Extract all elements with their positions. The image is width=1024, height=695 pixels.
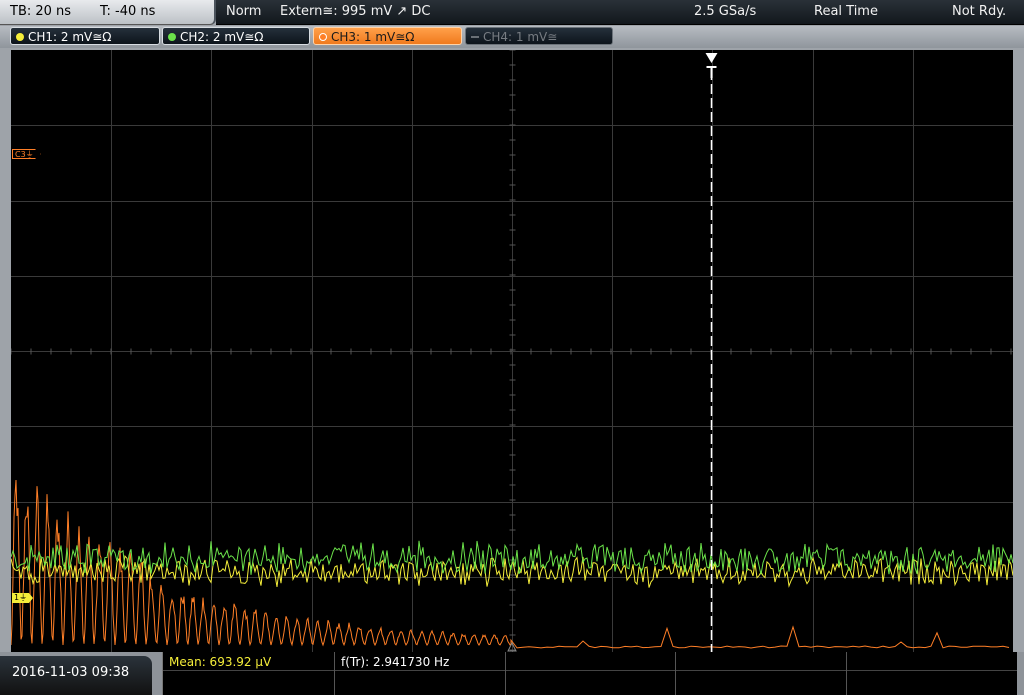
ch2-color-dot	[168, 32, 176, 41]
datetime-box: 2016-11-03 09:38	[0, 656, 152, 695]
ch3-offset-marker[interactable]: C3⏚	[12, 149, 41, 159]
bottom-bar: 2016-11-03 09:38 Mean: 693.92 µV f(Tr): …	[0, 652, 1024, 695]
channel-tab-ch4[interactable]: CH4: 1 mV≅	[465, 27, 613, 45]
trigger-t-marker	[706, 66, 717, 78]
ch4-color-dot	[471, 35, 479, 38]
top-status-bar: TB: 20 ns T: -40 ns Norm Extern≅: 995 mV…	[0, 0, 1024, 26]
acquisition-mode[interactable]: Real Time	[814, 0, 878, 24]
frequency-measurement[interactable]: f(Tr): 2.941730 Hz	[341, 653, 449, 671]
ch1-offset-marker[interactable]: 1⏚	[12, 593, 34, 603]
channel-tab-label: CH2: 2 mV≅Ω	[180, 30, 264, 44]
measurement-col-divider	[334, 652, 335, 695]
measurement-col-divider	[505, 652, 506, 695]
waveform-display[interactable]: C3⏚ 1⏚	[11, 50, 1013, 652]
channel-tab-bar: CH1: 2 mV≅Ω CH2: 2 mV≅Ω CH3: 1 mV≅Ω CH4:…	[0, 26, 1024, 48]
channel-tab-ch1[interactable]: CH1: 2 mV≅Ω	[10, 27, 160, 45]
sample-rate[interactable]: 2.5 GSa/s	[694, 0, 756, 24]
ch1-color-dot	[16, 32, 24, 41]
channel-tab-label: CH1: 2 mV≅Ω	[28, 30, 112, 44]
channel-tab-label: CH4: 1 mV≅	[483, 30, 558, 44]
timebase-panel[interactable]: TB: 20 ns T: -40 ns	[0, 0, 216, 25]
channel-tab-label: CH3: 1 mV≅Ω	[331, 30, 415, 44]
measurement-col-divider	[675, 652, 676, 695]
measurement-row-divider	[163, 670, 1017, 671]
mean-measurement[interactable]: Mean: 693.92 µV	[169, 653, 271, 671]
trigger-mode[interactable]: Norm	[226, 0, 261, 24]
measurement-col-divider	[846, 652, 847, 695]
trigger-status-panel: Norm Extern≅: 995 mV ↗ DC 2.5 GSa/s Real…	[216, 0, 1024, 25]
channel-tab-ch2[interactable]: CH2: 2 mV≅Ω	[162, 27, 310, 45]
measurement-panel[interactable]: Mean: 693.92 µV f(Tr): 2.941730 Hz	[162, 652, 1017, 695]
timebase-readout[interactable]: TB: 20 ns	[10, 0, 71, 24]
datetime-readout: 2016-11-03 09:38	[12, 665, 130, 680]
trigger-time-readout[interactable]: T: -40 ns	[100, 0, 155, 24]
waveform-canvas[interactable]	[11, 50, 1013, 652]
channel-tab-ch3[interactable]: CH3: 1 mV≅Ω	[313, 27, 462, 45]
ch3-color-dot	[319, 32, 327, 41]
trigger-position-marker	[705, 53, 718, 63]
acquisition-status: Not Rdy.	[952, 4, 1007, 19]
trigger-source[interactable]: Extern≅: 995 mV ↗ DC	[280, 0, 431, 24]
